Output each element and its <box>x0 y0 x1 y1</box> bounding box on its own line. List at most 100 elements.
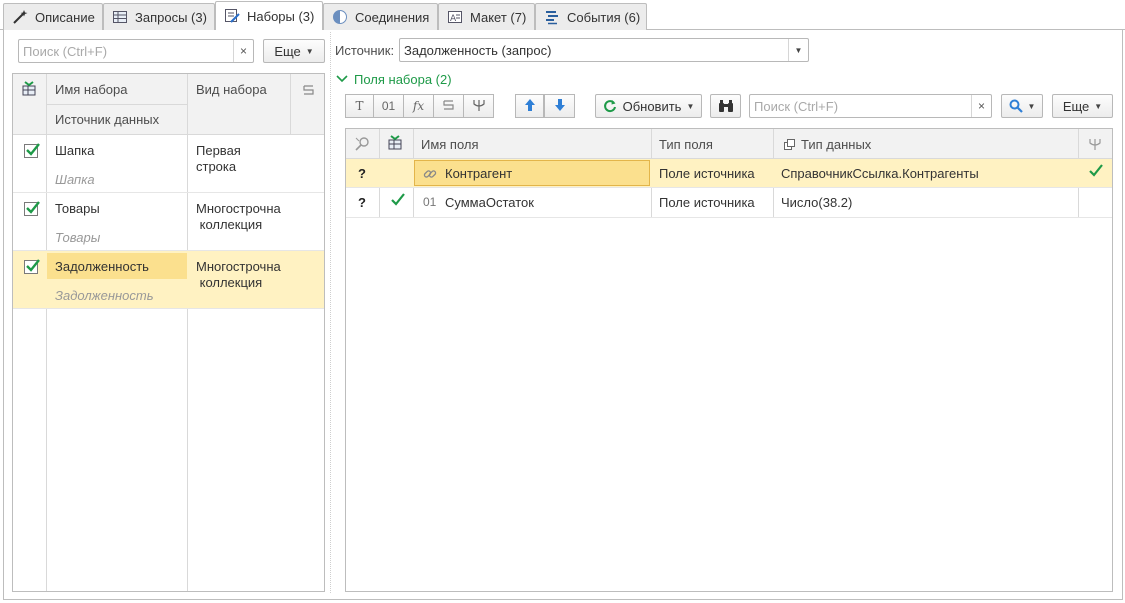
set-kind-line2: коллекция <box>196 275 263 290</box>
set-source: Товары <box>55 230 101 245</box>
calculated-field-button[interactable]: fx <box>403 94 434 118</box>
row-checkbox[interactable] <box>24 259 40 274</box>
field-type: Поле источника <box>659 195 755 210</box>
tab-layout[interactable]: A Макет (7) <box>438 3 535 30</box>
set-kind: Первая <box>196 143 241 158</box>
wand-icon <box>12 9 28 25</box>
col-field-type[interactable]: Тип поля <box>659 137 713 152</box>
half-circle-icon <box>332 9 348 25</box>
search-placeholder: Поиск (Ctrl+F) <box>23 44 108 59</box>
tab-sets[interactable]: Наборы (3) <box>215 1 323 30</box>
field-name: СуммаОстаток <box>445 195 534 210</box>
row-checkbox[interactable] <box>24 201 40 216</box>
number-type-icon: 01 <box>423 195 437 209</box>
right-more-button[interactable]: Еще ▼ <box>1052 94 1113 118</box>
tab-label: Соединения <box>355 9 430 25</box>
clear-icon[interactable]: × <box>971 95 991 117</box>
resource-icon <box>472 98 486 115</box>
table-row[interactable]: Товары Товары Многострочна коллекция <box>13 193 324 251</box>
refresh-label: Обновить <box>622 98 682 114</box>
resource-button[interactable] <box>463 94 494 118</box>
field-name: Контрагент <box>445 166 513 181</box>
set-name: Задолженность <box>55 259 149 274</box>
type-text-button[interactable]: T <box>345 94 374 118</box>
panel-splitter[interactable] <box>330 32 331 593</box>
left-search-input[interactable]: Поиск (Ctrl+F) × <box>18 39 254 63</box>
fx-icon: fx <box>412 99 425 113</box>
set-name: Шапка <box>55 143 95 158</box>
checkmark-icon <box>26 259 40 272</box>
table-row[interactable]: ? 01 СуммаОстаток Поле источника Число(3… <box>346 188 1112 218</box>
find-button[interactable] <box>710 94 741 118</box>
tab-joins[interactable]: Соединения <box>323 3 438 30</box>
fields-table-header: Имя поля Тип поля Тип данных <box>346 129 1112 159</box>
dataset-icon <box>387 135 403 154</box>
dropdown-caret-icon: ▼ <box>686 101 695 111</box>
fields-group-title: Поля набора (2) <box>354 72 452 87</box>
fields-search-input[interactable]: Поиск (Ctrl+F) × <box>749 94 992 118</box>
link-icon <box>423 167 437 184</box>
col-set-kind[interactable]: Вид набора <box>196 82 267 97</box>
col-set-name[interactable]: Имя набора <box>55 82 127 97</box>
col-data-type[interactable]: Тип данных <box>801 137 871 152</box>
param-icon <box>442 98 456 115</box>
param-icon <box>302 83 316 100</box>
table-icon <box>112 9 128 25</box>
dropdown-caret-icon: ▼ <box>1027 101 1036 111</box>
checkmark-icon <box>390 192 406 211</box>
tab-bar: Описание Запросы (3) Наборы (3) Соединен… <box>0 0 1125 30</box>
tab-label: Наборы (3) <box>247 8 315 24</box>
search-options-button[interactable]: ▼ <box>1001 94 1043 118</box>
col-divider <box>290 74 291 135</box>
layout-icon: A <box>447 9 463 25</box>
move-down-button[interactable] <box>544 94 575 118</box>
field-data-type: Число(38.2) <box>781 195 853 210</box>
source-label: Источник: <box>335 43 395 58</box>
more-label: Еще <box>1062 98 1090 114</box>
checkmark-icon <box>26 201 40 214</box>
svg-text:A: A <box>450 14 457 24</box>
tab-label: Запросы (3) <box>135 9 207 25</box>
fields-group-header[interactable]: Поля набора (2) <box>336 72 452 87</box>
dropdown-caret-icon: ▼ <box>1094 101 1103 111</box>
clear-icon[interactable]: × <box>233 40 253 62</box>
dropdown-caret-icon[interactable]: ▼ <box>788 39 808 61</box>
source-select[interactable]: Задолженность (запрос) ▼ <box>399 38 809 62</box>
table-row-selected[interactable]: Задолженность Задолженность Многострочна… <box>13 251 324 309</box>
tab-queries[interactable]: Запросы (3) <box>103 3 215 30</box>
set-kind: Многострочна <box>196 259 281 274</box>
refresh-icon <box>603 99 617 113</box>
header-divider <box>46 104 187 105</box>
number-type-icon: 01 <box>381 99 396 113</box>
table-row[interactable]: Шапка Шапка Первая строка <box>13 135 324 193</box>
checkmark-icon <box>1088 163 1104 182</box>
dropdown-caret-icon: ▼ <box>305 46 314 56</box>
text-type-icon: T <box>355 99 364 113</box>
link-box-icon <box>784 138 795 153</box>
col-data-source[interactable]: Источник данных <box>55 112 159 127</box>
sets-table-header: Имя набора Источник данных Вид набора <box>13 74 324 135</box>
tab-description[interactable]: Описание <box>3 3 103 30</box>
arrow-up-icon <box>524 98 536 115</box>
refresh-button[interactable]: Обновить ▼ <box>595 94 702 118</box>
tab-label: Описание <box>35 9 95 25</box>
tab-label: События (6) <box>567 9 641 25</box>
type-number-button[interactable]: 01 <box>373 94 404 118</box>
col-field-name[interactable]: Имя поля <box>421 137 479 152</box>
parameter-button[interactable] <box>433 94 464 118</box>
row-checkbox[interactable] <box>24 143 40 158</box>
question-icon: ? <box>358 195 366 210</box>
source-value: Задолженность (запрос) <box>404 43 552 58</box>
events-icon <box>544 9 560 25</box>
set-name: Товары <box>55 201 100 216</box>
left-more-button[interactable]: Еще ▼ <box>263 39 325 63</box>
search-icon <box>1009 99 1023 113</box>
table-row-selected[interactable]: ? Контрагент Поле источника СправочникСс… <box>346 159 1112 188</box>
sets-table: Имя набора Источник данных Вид набора Ша… <box>12 73 325 592</box>
question-icon: ? <box>358 166 366 181</box>
set-kind-line2: строка <box>196 159 237 174</box>
set-kind: Многострочна <box>196 201 281 216</box>
move-up-button[interactable] <box>515 94 544 118</box>
tab-events[interactable]: События (6) <box>535 3 647 30</box>
set-source: Задолженность <box>55 288 154 303</box>
